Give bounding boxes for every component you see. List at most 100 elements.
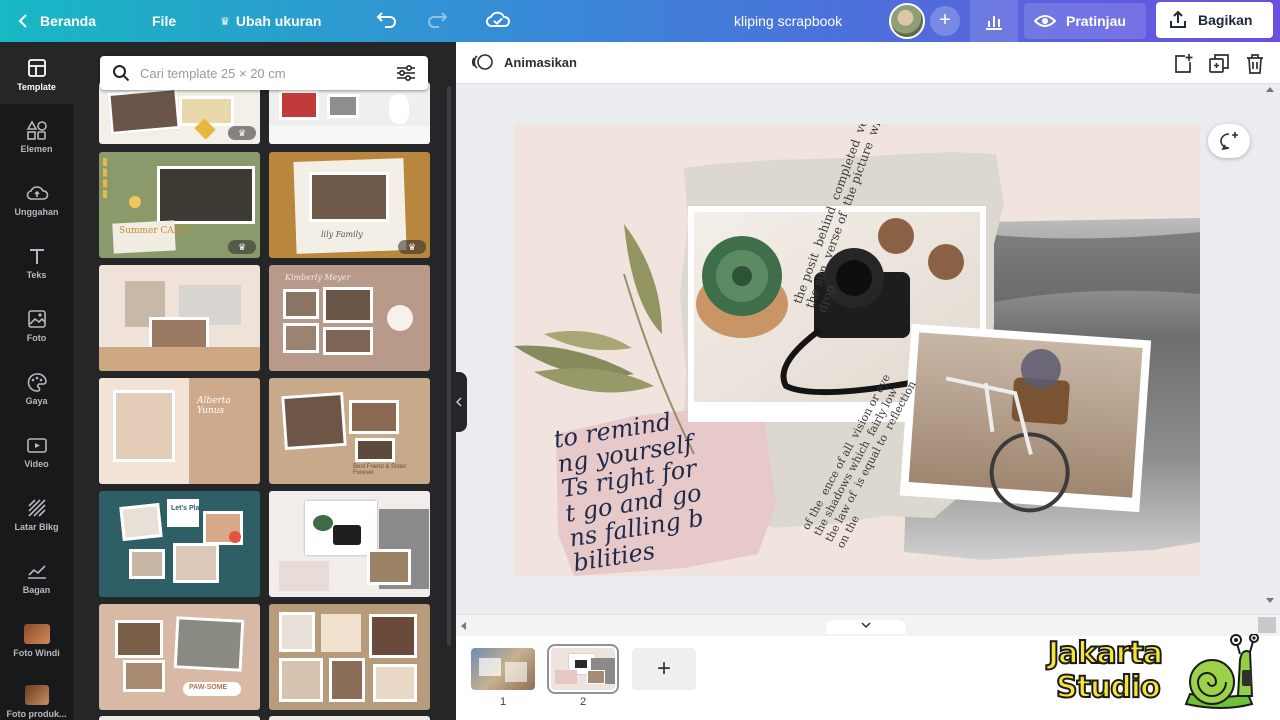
template-card[interactable] [269, 604, 430, 710]
collapse-pages-button[interactable] [826, 620, 906, 634]
watermark-line2: Studio [1055, 669, 1162, 706]
insights-button[interactable] [970, 0, 1018, 42]
template-card[interactable] [269, 82, 430, 144]
rail-item-template[interactable]: Template [0, 42, 73, 104]
rail-item-text[interactable]: Teks [0, 232, 73, 294]
share-label: Bagikan [1198, 12, 1253, 28]
template-card[interactable] [269, 716, 430, 720]
upload-icon [26, 186, 48, 200]
canvas-vertical-scrollbar[interactable] [1262, 86, 1278, 614]
template-card[interactable]: Summer CAMP ♛ [99, 152, 260, 258]
share-upload-icon [1170, 10, 1186, 28]
side-navigation: Template Elemen Unggahan Teks Foto Gaya … [0, 42, 73, 720]
rail-item-charts[interactable]: Bagan [0, 547, 73, 609]
rail-item-elements[interactable]: Elemen [0, 106, 73, 168]
home-button[interactable]: Beranda [18, 0, 96, 42]
add-page-button[interactable]: + [632, 648, 696, 690]
redo-icon [428, 12, 448, 28]
template-card[interactable]: Let's Play! [99, 491, 260, 597]
bicycle-polaroid [899, 323, 1152, 513]
scroll-up-icon [1266, 87, 1274, 92]
crown-icon: ♛ [237, 241, 247, 252]
page-thumbnail-2[interactable] [547, 644, 619, 694]
snail-mascot-icon [1184, 634, 1259, 709]
duplicate-page-icon[interactable] [1208, 53, 1230, 75]
page-number: 2 [579, 696, 587, 708]
save-status-button[interactable] [485, 9, 511, 34]
share-button[interactable]: Bagikan [1156, 2, 1273, 38]
template-title: Summer CAMP [119, 226, 190, 236]
rail-label: Video [24, 459, 49, 469]
animate-label: Animasikan [504, 54, 577, 70]
chart-icon [27, 565, 46, 579]
resize-button[interactable]: ♛ Ubah ukuran [220, 0, 321, 42]
template-icon [27, 59, 46, 77]
template-card[interactable]: PAW-SOME [99, 604, 260, 710]
rail-item-photos[interactable]: Foto [0, 295, 73, 357]
template-title: PAW-SOME [189, 684, 228, 691]
animate-icon [472, 54, 493, 70]
avatar[interactable] [889, 3, 925, 39]
template-card[interactable]: lily Family ♛ [269, 152, 430, 258]
elements-icon [26, 120, 47, 140]
delete-page-icon[interactable] [1245, 53, 1265, 75]
scroll-left-icon [461, 622, 466, 630]
page-thumbnail-1[interactable] [471, 648, 535, 690]
undo-button[interactable] [376, 10, 398, 33]
template-card[interactable] [269, 491, 430, 597]
rail-item-background[interactable]: Latar Blkg [0, 484, 73, 546]
background-icon [27, 499, 46, 517]
template-title: lily Family [321, 230, 363, 239]
scrapbook-artwork [514, 152, 1200, 576]
handwriting-note [556, 408, 776, 576]
bar-chart-icon [986, 16, 1002, 30]
design-canvas[interactable]: the posit behind completed vertically th… [514, 124, 1200, 576]
folder-photo-icon [23, 624, 50, 644]
template-search-bar[interactable] [100, 56, 428, 90]
template-title: Kimberly Meyer [285, 273, 351, 282]
rail-item-folder-windi[interactable]: Foto Windi [0, 610, 73, 672]
file-label: File [152, 13, 177, 29]
rail-item-video[interactable]: Video [0, 421, 73, 483]
preview-button[interactable]: Pratinjau [1024, 3, 1146, 39]
template-card[interactable] [99, 716, 260, 720]
chevron-left-icon [456, 397, 462, 407]
search-icon [113, 65, 130, 82]
template-title: Let's Play! [171, 505, 206, 512]
rail-item-styles[interactable]: Gaya [0, 358, 73, 420]
cloud-check-icon [485, 11, 511, 27]
template-search-input[interactable] [140, 65, 396, 81]
template-card[interactable] [99, 265, 260, 371]
file-menu[interactable]: File [152, 0, 176, 42]
redo-button[interactable] [426, 10, 448, 33]
resize-label: Ubah ukuran [235, 13, 322, 29]
rail-label: Elemen [20, 144, 53, 154]
rail-label: Foto Windi [13, 648, 60, 658]
template-card[interactable]: Alberta Yunus [99, 378, 260, 484]
styles-icon [27, 373, 47, 392]
rail-item-folder-product[interactable]: Foto produk... [0, 673, 73, 720]
invite-button[interactable]: + [930, 6, 960, 36]
template-card[interactable]: ♛ [99, 82, 260, 144]
animate-button[interactable]: Animasikan [472, 52, 577, 72]
rail-item-uploads[interactable]: Unggahan [0, 169, 73, 231]
scroll-thumb[interactable] [1258, 617, 1276, 633]
collapse-panel-button[interactable] [451, 372, 467, 432]
panel-scrollbar[interactable] [447, 86, 451, 646]
chevron-left-icon [18, 14, 27, 28]
chevron-down-icon [861, 622, 871, 629]
template-card[interactable]: Best Friend & Sister Forever [269, 378, 430, 484]
rail-label: Unggahan [14, 207, 59, 217]
premium-badge: ♛ [398, 240, 426, 254]
add-comment-button[interactable] [1208, 124, 1250, 158]
premium-badge: ♛ [228, 240, 256, 254]
template-card[interactable]: Kimberly Meyer [269, 265, 430, 371]
document-title[interactable]: kliping scrapbook [734, 0, 842, 42]
rail-label: Teks [26, 270, 47, 280]
add-page-icon[interactable] [1172, 53, 1194, 75]
template-title: Best Friend & Sister Forever [353, 464, 407, 476]
rail-label: Gaya [25, 396, 48, 406]
comment-plus-icon [1220, 132, 1238, 151]
folder-photo-icon [24, 685, 49, 705]
filter-sliders-icon[interactable] [396, 64, 416, 82]
